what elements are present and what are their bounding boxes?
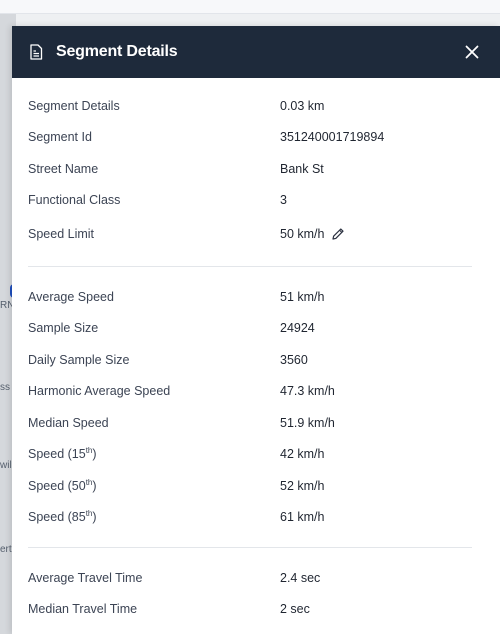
row-value: 51.9 km/h — [280, 415, 335, 430]
label-suffix: ) — [92, 510, 97, 525]
label-prefix: Speed (15 — [28, 447, 86, 462]
detail-row: Median Travel Time 2 sec — [28, 594, 484, 626]
row-label: Median Speed — [28, 415, 109, 430]
detail-row: Harmonic Average Speed 47.3 km/h — [28, 376, 484, 408]
detail-row: Segment Details 0.03 km — [28, 90, 484, 122]
segment-info-section: Segment Details 0.03 km Segment Id 35124… — [28, 90, 484, 252]
travel-time-section: Average Travel Time 2.4 sec Median Trave… — [28, 562, 484, 625]
row-value: 24924 — [280, 321, 315, 336]
row-value: 2 sec — [280, 602, 310, 617]
detail-row: Median Speed 51.9 km/h — [28, 407, 484, 439]
row-label: Street Name — [28, 161, 99, 176]
detail-row: Speed (15th) 42 km/h — [28, 439, 484, 471]
row-label: Median Travel Time — [28, 602, 138, 617]
row-label: Average Speed — [28, 289, 114, 304]
section-divider — [28, 547, 472, 548]
row-value: 52 km/h — [280, 478, 325, 493]
row-value: 42 km/h — [280, 447, 325, 462]
row-label: Sample Size — [28, 321, 99, 336]
row-value: 3 — [280, 193, 287, 208]
panel-header: Segment Details — [12, 26, 500, 78]
row-label: Average Travel Time — [28, 570, 143, 585]
close-button[interactable] — [458, 38, 486, 66]
row-value: 2.4 sec — [280, 570, 321, 585]
detail-row: Speed (85th) 61 km/h — [28, 502, 484, 534]
row-label: Daily Sample Size — [28, 352, 130, 367]
panel-body: Segment Details 0.03 km Segment Id 35124… — [12, 78, 500, 625]
row-label: Speed (50th) — [28, 478, 280, 493]
row-label: Harmonic Average Speed — [28, 384, 171, 399]
panel-title: Segment Details — [56, 43, 178, 60]
detail-row: Street Name Bank St — [28, 153, 484, 185]
label-prefix: Speed (50 — [28, 478, 86, 493]
label-prefix: Speed (85 — [28, 510, 86, 525]
detail-row: Average Speed 51 km/h — [28, 281, 484, 313]
row-label: Segment Details — [28, 98, 120, 113]
speed-limit-value: 50 km/h — [280, 227, 345, 241]
detail-row: Functional Class 3 — [28, 185, 484, 217]
row-label: Segment Id — [28, 130, 92, 145]
close-icon — [465, 45, 479, 59]
row-value: Bank St — [280, 161, 324, 176]
row-label: Speed (15th) — [28, 447, 280, 462]
speed-stats-section: Average Speed 51 km/h Sample Size 24924 … — [28, 281, 484, 533]
map-top-bar — [0, 0, 500, 14]
label-suffix: ) — [92, 478, 97, 493]
document-icon — [26, 42, 46, 62]
detail-row: Average Travel Time 2.4 sec — [28, 562, 484, 594]
detail-row: Daily Sample Size 3560 — [28, 344, 484, 376]
detail-row: Speed Limit 50 km/h — [28, 216, 484, 252]
detail-row: Sample Size 24924 — [28, 313, 484, 345]
row-value: 0.03 km — [280, 98, 325, 113]
row-value: 61 km/h — [280, 510, 325, 525]
row-label: Functional Class — [28, 193, 121, 208]
row-value: 50 km/h — [280, 227, 325, 241]
row-label: Speed Limit — [28, 227, 95, 241]
row-value: 51 km/h — [280, 289, 325, 304]
segment-details-panel: Segment Details Segment Details 0.03 km … — [12, 26, 500, 634]
row-value: 47.3 km/h — [280, 384, 335, 399]
detail-row: Speed (50th) 52 km/h — [28, 470, 484, 502]
label-suffix: ) — [92, 447, 97, 462]
detail-row: Segment Id 351240001719894 — [28, 122, 484, 154]
row-value: 3560 — [280, 352, 308, 367]
row-value: 351240001719894 — [280, 130, 385, 145]
pencil-icon[interactable] — [331, 227, 345, 241]
row-label: Speed (85th) — [28, 510, 280, 525]
section-divider — [28, 266, 472, 267]
